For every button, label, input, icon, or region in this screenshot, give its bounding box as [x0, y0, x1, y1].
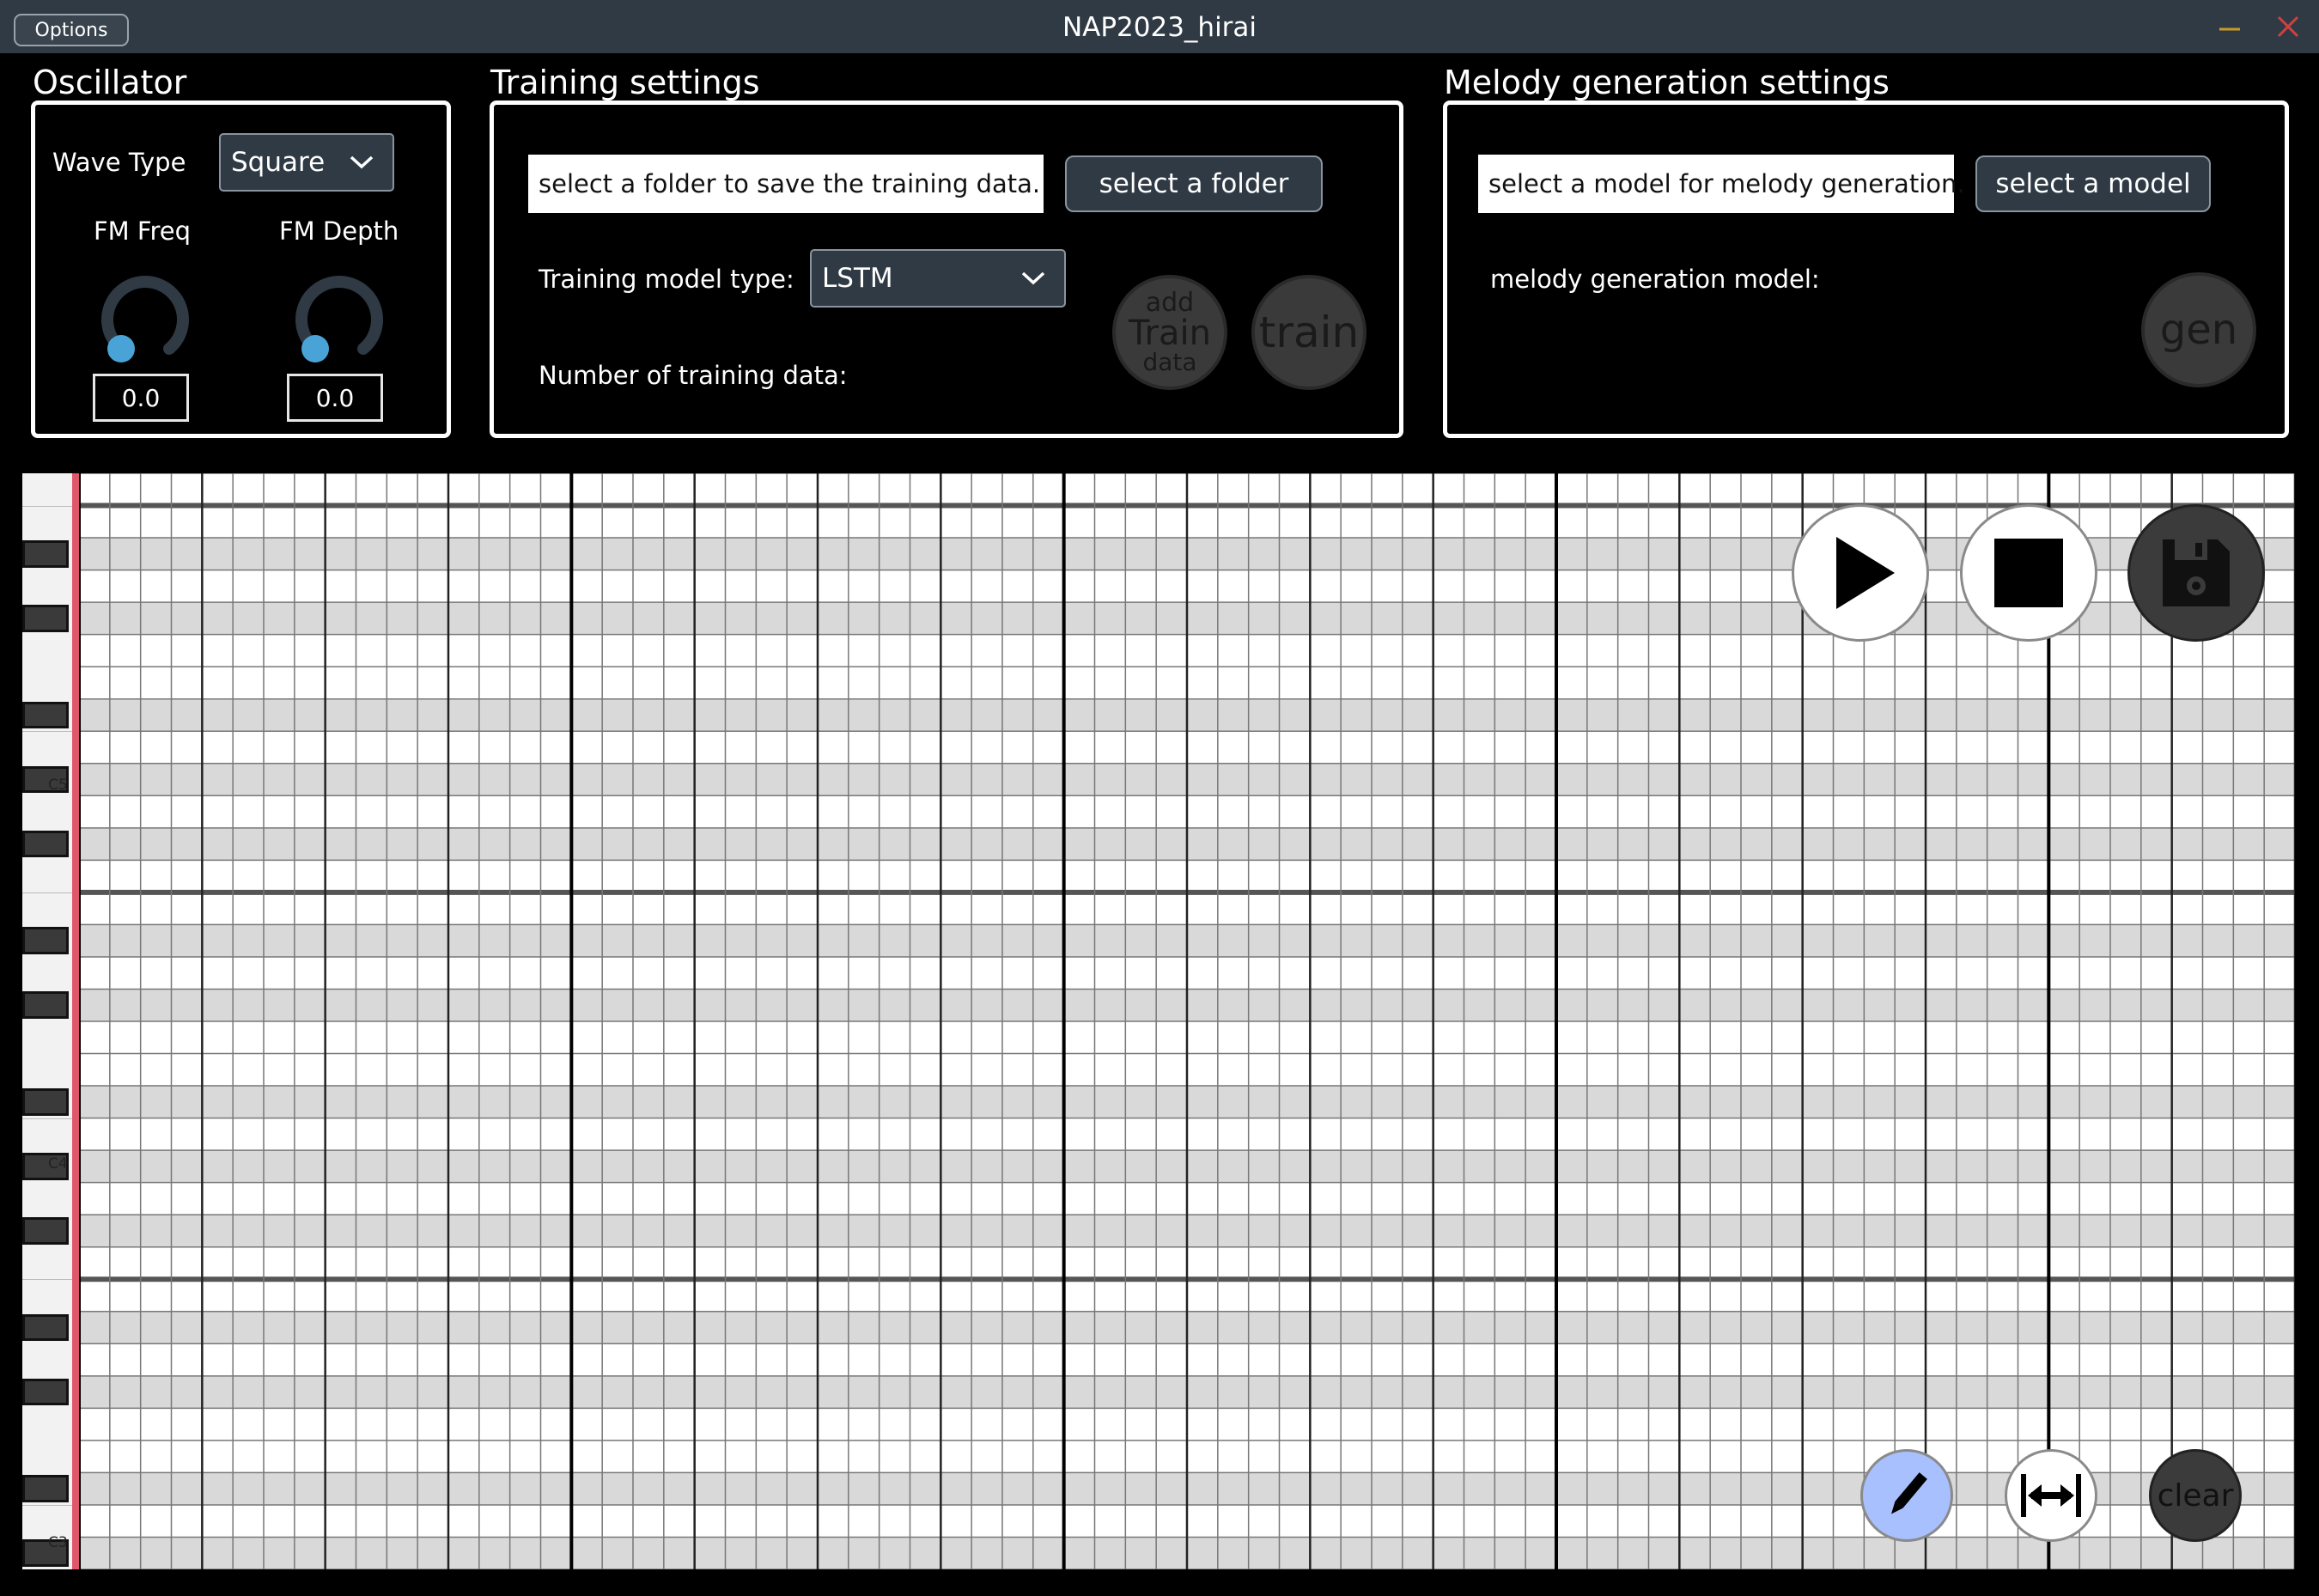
- fm-depth-knob[interactable]: [289, 266, 389, 366]
- play-icon: [1836, 537, 1895, 609]
- chevron-down-icon: [1021, 271, 1045, 285]
- pencil-icon: [1891, 1472, 1927, 1514]
- piano-black-key[interactable]: [22, 1313, 69, 1342]
- train-button[interactable]: train: [1251, 275, 1366, 390]
- piano-black-key[interactable]: [22, 1088, 69, 1116]
- piano-black-key[interactable]: [22, 1378, 69, 1406]
- oscillator-panel: Wave Type Square FM Freq FM Depth 0.0 0.…: [31, 101, 451, 438]
- piano-roll-grid[interactable]: [79, 473, 2295, 1569]
- training-title: Training settings: [490, 64, 760, 101]
- add-train-data-button[interactable]: add Train data: [1112, 275, 1227, 390]
- octave-label-c3: C3: [48, 1534, 68, 1551]
- piano-black-key[interactable]: [22, 830, 69, 858]
- fm-depth-value[interactable]: 0.0: [287, 374, 383, 422]
- fm-freq-label: FM Freq: [94, 216, 192, 246]
- training-folder-field[interactable]: select a folder to save the training dat…: [528, 155, 1044, 213]
- stop-button[interactable]: [1960, 504, 2097, 642]
- add-train-data-mid: Train: [1129, 314, 1211, 353]
- piano-key-divider: [22, 892, 74, 893]
- training-model-type-label: Training model type:: [539, 265, 794, 294]
- piano-keyboard[interactable]: [22, 473, 74, 1569]
- piano-black-key[interactable]: [22, 701, 69, 729]
- select-folder-button[interactable]: select a folder: [1065, 155, 1323, 212]
- piano-black-key[interactable]: [22, 540, 69, 568]
- add-train-data-top: add: [1145, 288, 1195, 318]
- training-data-count-label: Number of training data:: [539, 361, 848, 390]
- title-bar: Options NAP2023_hirai: [0, 0, 2319, 53]
- wave-type-label: Wave Type: [52, 148, 186, 177]
- fm-freq-knob[interactable]: [95, 266, 195, 366]
- piano-black-key[interactable]: [22, 1217, 69, 1245]
- add-train-data-bot: data: [1142, 348, 1197, 376]
- wave-type-select[interactable]: Square: [219, 133, 394, 192]
- pencil-tool-button[interactable]: [1860, 1449, 1953, 1542]
- minimize-icon[interactable]: [2218, 15, 2242, 39]
- piano-black-key[interactable]: [22, 991, 69, 1019]
- clear-button[interactable]: clear: [2149, 1449, 2242, 1542]
- octave-label-c5: C5: [48, 777, 68, 794]
- playhead-bar: [72, 473, 79, 1569]
- gen-button[interactable]: gen: [2141, 272, 2256, 387]
- piano-black-key[interactable]: [22, 927, 69, 954]
- save-icon: [2163, 539, 2230, 606]
- select-model-button[interactable]: select a model: [1975, 155, 2211, 212]
- piano-key-divider: [22, 731, 74, 733]
- piano-key-divider: [22, 1279, 74, 1281]
- close-icon[interactable]: [2276, 15, 2300, 39]
- melody-model-field[interactable]: select a model for melody generation.: [1478, 155, 1965, 213]
- play-button[interactable]: [1792, 504, 1929, 642]
- stop-icon: [1994, 539, 2063, 607]
- fm-depth-label: FM Depth: [279, 216, 399, 246]
- training-panel: select a folder to save the training dat…: [490, 101, 1403, 438]
- melody-title: Melody generation settings: [1444, 64, 1890, 101]
- piano-key-divider: [22, 1504, 74, 1506]
- melody-model-label: melody generation model:: [1490, 265, 1820, 294]
- piano-black-key[interactable]: [22, 605, 69, 632]
- chevron-down-icon: [350, 155, 374, 169]
- melody-panel: select a model for melody generation. se…: [1443, 101, 2289, 438]
- wave-type-value: Square: [231, 147, 326, 178]
- oscillator-title: Oscillator: [33, 64, 187, 101]
- piano-key-divider: [22, 1118, 74, 1119]
- stretch-icon: [2021, 1474, 2081, 1517]
- piano-key-divider: [22, 505, 74, 507]
- training-model-type-select[interactable]: LSTM: [810, 249, 1066, 308]
- training-model-type-value: LSTM: [822, 263, 893, 294]
- save-button[interactable]: [2127, 504, 2265, 642]
- fm-freq-value[interactable]: 0.0: [93, 374, 189, 422]
- stretch-tool-button[interactable]: [2005, 1449, 2097, 1542]
- window-title: NAP2023_hirai: [1062, 12, 1257, 43]
- piano-black-key[interactable]: [22, 1475, 69, 1502]
- octave-label-c4: C4: [48, 1155, 68, 1173]
